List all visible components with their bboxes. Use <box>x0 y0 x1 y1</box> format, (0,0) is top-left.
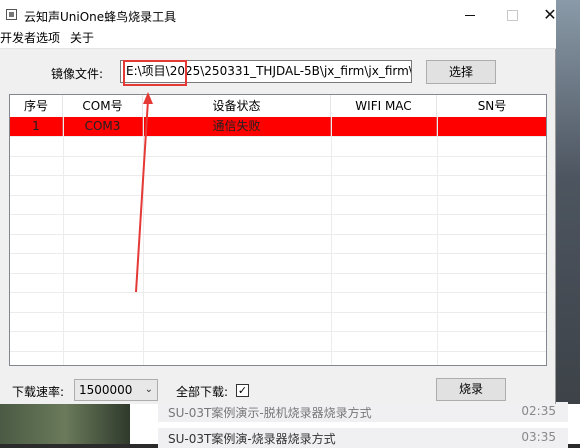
cell-wifi-mac <box>331 117 437 136</box>
table-grid-line <box>10 292 546 293</box>
app-icon <box>6 9 17 20</box>
column-header-index[interactable]: 序号 <box>10 95 63 117</box>
menu-about[interactable]: 关于 <box>70 30 94 46</box>
table-grid-column <box>63 117 64 365</box>
baud-rate-select[interactable]: 1500000 ⌄ <box>74 379 158 401</box>
table-grid-line <box>10 351 546 352</box>
background-video-title: SU-03T案例演-烧录器烧录方式 <box>168 432 336 446</box>
window-title: 云知声UniOne蜂鸟烧录工具 <box>24 10 177 24</box>
select-file-button[interactable]: 选择 <box>426 60 496 84</box>
chevron-down-icon: ⌄ <box>144 384 153 395</box>
background-video-item[interactable]: SU-03T案例演示-脱机烧录器烧录方式 02:35 <box>158 402 568 422</box>
maximize-button[interactable] <box>490 0 534 30</box>
cell-sn <box>437 117 546 136</box>
background-video-item[interactable]: SU-03T案例演-烧录器烧录方式 03:35 <box>158 428 568 448</box>
baud-rate-label: 下载速率: <box>12 385 65 399</box>
table-grid-line <box>10 195 546 196</box>
table-grid-line <box>10 253 546 254</box>
table-grid-line <box>10 331 546 332</box>
minimize-icon <box>465 14 475 16</box>
table-header: 序号 COM号 设备状态 WIFI MAC SN号 <box>10 95 546 118</box>
close-button[interactable]: ✕ <box>530 0 570 30</box>
table-grid-line <box>10 156 546 157</box>
menu-bar: 开发者选项 关于 <box>0 30 556 49</box>
table-grid-line <box>10 136 546 137</box>
baud-rate-value: 1500000 <box>79 383 133 397</box>
all-download-checkbox[interactable]: ✓ <box>236 384 249 397</box>
table-grid-line <box>10 175 546 176</box>
table-row[interactable]: 1 COM3 通信失败 <box>10 117 546 136</box>
column-header-wifi-mac[interactable]: WIFI MAC <box>331 95 437 117</box>
maximize-icon <box>506 9 518 21</box>
table-grid-line <box>10 234 546 235</box>
background-video-title: SU-03T案例演示-脱机烧录器烧录方式 <box>168 406 372 420</box>
column-header-sn[interactable]: SN号 <box>437 95 546 117</box>
table-body: 1 COM3 通信失败 <box>10 117 546 365</box>
background-wallpaper <box>556 0 580 444</box>
cell-status: 通信失败 <box>143 117 331 136</box>
background-thumbnail <box>0 404 130 444</box>
column-header-com[interactable]: COM号 <box>63 95 143 117</box>
background-video-duration: 03:35 <box>521 430 556 444</box>
table-grid-line <box>10 214 546 215</box>
annotation-highlight-box <box>123 60 187 86</box>
cell-com: COM3 <box>63 117 143 136</box>
minimize-button[interactable] <box>448 0 492 30</box>
title-bar[interactable]: 云知声UniOne蜂鸟烧录工具 ✕ <box>0 0 557 30</box>
all-download-label: 全部下载: <box>176 385 229 399</box>
menu-developer-options[interactable]: 开发者选项 <box>0 30 60 46</box>
cell-index: 1 <box>10 117 63 136</box>
image-file-label: 镜像文件: <box>51 67 104 81</box>
table-grid-column <box>143 117 144 365</box>
burn-button[interactable]: 烧录 <box>436 378 506 401</box>
device-table: 序号 COM号 设备状态 WIFI MAC SN号 1 COM3 通信失败 <box>9 94 547 366</box>
table-grid-column <box>331 117 332 365</box>
app-window: 云知声UniOne蜂鸟烧录工具 ✕ 开发者选项 关于 镜像文件: E:\项目\2… <box>0 0 557 404</box>
table-grid-line <box>10 312 546 313</box>
table-grid-line <box>10 273 546 274</box>
column-header-status[interactable]: 设备状态 <box>143 95 331 117</box>
background-video-duration: 02:35 <box>521 404 556 418</box>
table-grid-column <box>437 117 438 365</box>
close-icon: ✕ <box>543 5 557 24</box>
